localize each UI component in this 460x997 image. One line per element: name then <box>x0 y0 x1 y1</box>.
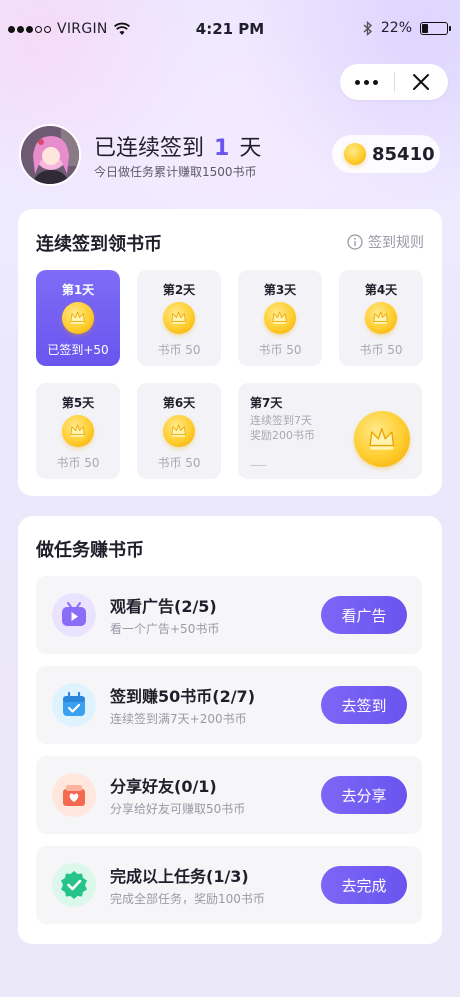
task-description: 分享给好友可赚取50书币 <box>110 802 246 816</box>
crown-coin-icon <box>62 415 94 447</box>
day-reward: 书币 50 <box>157 343 201 357</box>
status-right: 22% <box>363 20 451 36</box>
day-reward: 书币 50 <box>359 343 403 357</box>
day-card-2[interactable]: 第2天 书币 50 <box>137 270 221 366</box>
task-description: 看一个广告+50书币 <box>110 622 220 636</box>
streak-prefix: 已连续签到 <box>94 136 205 161</box>
day-label: 第4天 <box>364 283 398 297</box>
coin-icon <box>344 143 366 165</box>
badge-check-icon <box>52 863 96 907</box>
task-description: 完成全部任务，奖励100书币 <box>110 892 265 906</box>
coin-balance-value: 85410 <box>372 143 435 165</box>
battery-percent: 22% <box>380 20 412 36</box>
crown-coin-icon <box>163 302 195 334</box>
earned-today-text: 今日做任务累计赚取1500书币 <box>94 165 257 179</box>
day-card-4[interactable]: 第4天 书币 50 <box>339 270 423 366</box>
task-name: 分享好友(0/1) <box>110 777 217 796</box>
battery-icon <box>420 21 451 35</box>
task-description: 连续签到满7天+200书币 <box>110 712 247 726</box>
avatar[interactable] <box>19 124 81 186</box>
big-crown-coin-icon <box>354 411 410 467</box>
crown-coin-icon <box>163 415 195 447</box>
task-item-signin: 签到赚50书币(2/7) 连续签到满7天+200书币 去签到 <box>36 666 422 744</box>
day-card-3[interactable]: 第3天 书币 50 <box>238 270 322 366</box>
task-item-watch-ad: 观看广告(2/5) 看一个广告+50书币 看广告 <box>36 576 422 654</box>
day7-underline <box>250 465 266 466</box>
day-reward: 书币 50 <box>56 456 100 470</box>
task-name: 完成以上任务(1/3) <box>110 867 249 886</box>
close-icon[interactable] <box>394 64 448 100</box>
task-item-complete-all: 完成以上任务(1/3) 完成全部任务，奖励100书币 去完成 <box>36 846 422 924</box>
signin-streak-title: 已连续签到 1 天 <box>94 130 261 162</box>
signin-card: 连续签到领书币 签到规则 第1天 已签到+50 第2天 书币 50 第3天 书币… <box>18 209 442 496</box>
task-item-share: 分享好友(0/1) 分享给好友可赚取50书币 去分享 <box>36 756 422 834</box>
signin-rules-link[interactable]: 签到规则 <box>347 232 424 252</box>
day-label: 第5天 <box>61 396 95 410</box>
more-icon[interactable] <box>340 79 394 85</box>
streak-days: 1 <box>214 136 230 161</box>
crown-coin-icon <box>62 302 94 334</box>
day-reward: 书币 50 <box>258 343 302 357</box>
day-card-1[interactable]: 第1天 已签到+50 <box>36 270 120 366</box>
crown-coin-icon <box>264 302 296 334</box>
bluetooth-icon <box>363 20 372 36</box>
crown-coin-icon <box>365 302 397 334</box>
gift-icon <box>52 773 96 817</box>
day7-line1: 连续签到7天 <box>250 414 312 427</box>
day-reward: 书币 50 <box>157 456 201 470</box>
day-card-7[interactable]: 第7天 连续签到7天 奖励200书币 <box>238 383 422 479</box>
tasks-card-title: 做任务赚书币 <box>36 540 144 561</box>
day-label: 第2天 <box>162 283 196 297</box>
streak-suffix: 天 <box>239 136 262 161</box>
day-card-6[interactable]: 第6天 书币 50 <box>137 383 221 479</box>
battery-level <box>422 23 428 33</box>
video-icon <box>52 593 96 637</box>
task-name: 观看广告(2/5) <box>110 597 217 616</box>
day7-line2: 奖励200书币 <box>250 429 315 442</box>
day-label: 第6天 <box>162 396 196 410</box>
day-label: 第7天 <box>250 396 283 410</box>
tasks-card: 做任务赚书币 观看广告(2/5) 看一个广告+50书币 看广告 签到赚50书币(… <box>18 516 442 944</box>
day-card-5[interactable]: 第5天 书币 50 <box>36 383 120 479</box>
menu-capsule <box>340 64 448 100</box>
status-bar: VIRGIN 4:21 PM 22% <box>0 0 460 58</box>
watch-ad-button[interactable]: 看广告 <box>321 596 407 634</box>
signin-button[interactable]: 去签到 <box>321 686 407 724</box>
day-label: 第1天 <box>61 283 95 297</box>
calendar-icon <box>52 683 96 727</box>
signin-card-title: 连续签到领书币 <box>36 234 162 255</box>
day-label: 第3天 <box>263 283 297 297</box>
coin-balance[interactable]: 85410 <box>332 135 440 173</box>
task-name: 签到赚50书币(2/7) <box>110 687 256 706</box>
day-reward: 已签到+50 <box>47 343 109 357</box>
complete-button[interactable]: 去完成 <box>321 866 407 904</box>
info-icon <box>347 234 363 250</box>
day7-description: 连续签到7天 奖励200书币 <box>250 413 315 443</box>
share-button[interactable]: 去分享 <box>321 776 407 814</box>
rules-label: 签到规则 <box>368 235 424 251</box>
